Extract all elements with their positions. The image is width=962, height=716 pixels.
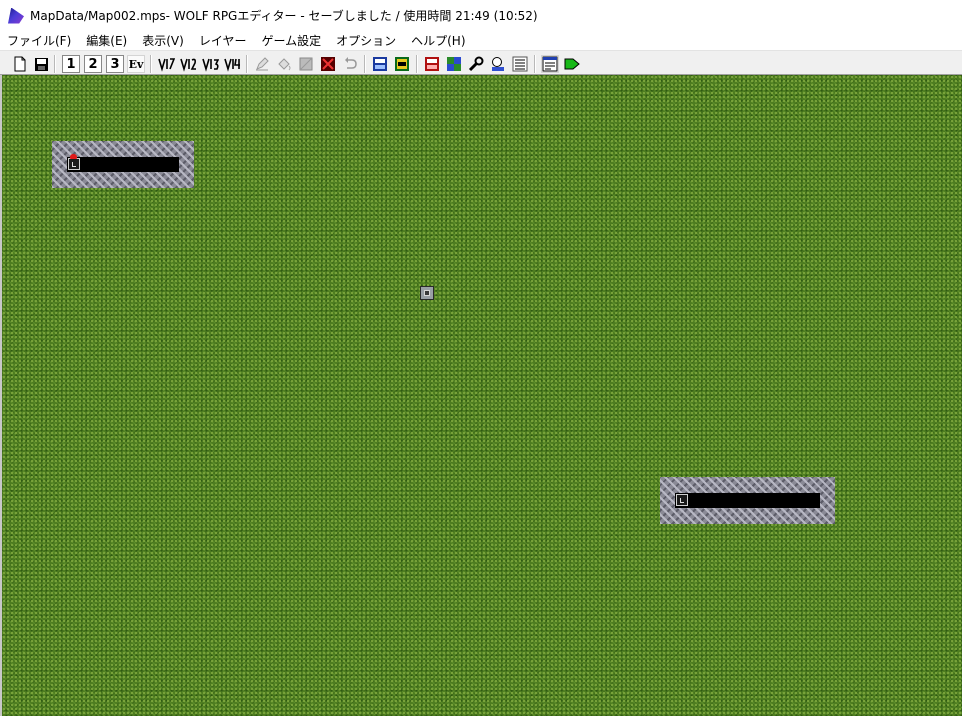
settings-icon [542,56,558,72]
view-1-3-button[interactable] [201,55,219,73]
search-icon [492,57,504,71]
window-title: MapData/Map002.mps- WOLF RPGエディター - セーブし… [30,9,538,23]
view-1-1-button[interactable] [157,55,175,73]
variable-db-button[interactable] [423,55,441,73]
play-button[interactable] [563,55,581,73]
new-file-button[interactable] [11,55,29,73]
erase-button[interactable] [319,55,337,73]
sys-db-button[interactable] [393,55,411,73]
user-db-icon [373,57,387,71]
event-marker-1[interactable] [68,158,80,170]
menu-edit[interactable]: 編集(E) [78,32,134,49]
save-button[interactable] [32,55,50,73]
erase-icon [321,57,335,71]
play-icon [564,58,580,70]
toolbar-separator [54,55,56,73]
layer3-button[interactable]: 3 [106,55,124,73]
zoom-2-icon [180,58,196,72]
tileset-icon [447,57,461,71]
zoom-1-icon [158,58,175,72]
wolf-app-icon [8,7,24,24]
event-bar-1[interactable] [67,157,179,172]
title-bar: MapData/Map002.mps- WOLF RPGエディター - セーブし… [0,0,962,31]
zoom-3-icon [202,58,219,72]
start-position-icon [70,154,77,159]
toolbar: 1 2 3 Ev [0,52,962,75]
fill-icon [278,58,291,71]
toolbar-separator [364,55,366,73]
menu-options[interactable]: オプション [328,32,403,49]
rect-button[interactable] [297,55,315,73]
view-1-2-button[interactable] [179,55,197,73]
map-event[interactable] [420,286,434,300]
pencil-icon [256,57,269,71]
sys-db-icon [395,57,409,71]
tool-icon [468,56,484,72]
menu-file[interactable]: ファイル(F) [0,32,78,49]
menu-help[interactable]: ヘルプ(H) [403,32,472,49]
undo-button[interactable] [341,55,359,73]
toolbar-separator [534,55,536,73]
map-canvas[interactable] [2,75,962,716]
tool-button[interactable] [467,55,485,73]
view-1-4-button[interactable] [223,55,241,73]
toolbar-separator [150,55,152,73]
settings-button[interactable] [541,55,559,73]
layer2-button[interactable]: 2 [84,55,102,73]
menu-view[interactable]: 表示(V) [134,32,191,49]
undo-icon [345,57,357,69]
event-layer-button[interactable]: Ev [127,55,145,73]
new-file-icon [14,56,26,72]
menu-game-settings[interactable]: ゲーム設定 [253,32,328,49]
toolbar-separator [416,55,418,73]
map-button[interactable] [511,55,529,73]
menu-bar: ファイル(F) 編集(E) 表示(V) レイヤー ゲーム設定 オプション ヘルプ… [0,31,962,51]
layer1-button[interactable]: 1 [62,55,80,73]
pencil-button[interactable] [253,55,271,73]
rect-icon [299,57,313,71]
map-icon [512,56,528,72]
menu-layer[interactable]: レイヤー [191,32,254,49]
event-bar-2[interactable] [675,493,820,508]
fill-button[interactable] [275,55,293,73]
tileset-button[interactable] [445,55,463,73]
user-db-button[interactable] [371,55,389,73]
zoom-4-icon [224,58,240,72]
save-icon [34,57,48,71]
search-button[interactable] [489,55,507,73]
variable-db-icon [425,57,439,71]
event-marker-2[interactable] [676,494,688,506]
toolbar-separator [246,55,248,73]
